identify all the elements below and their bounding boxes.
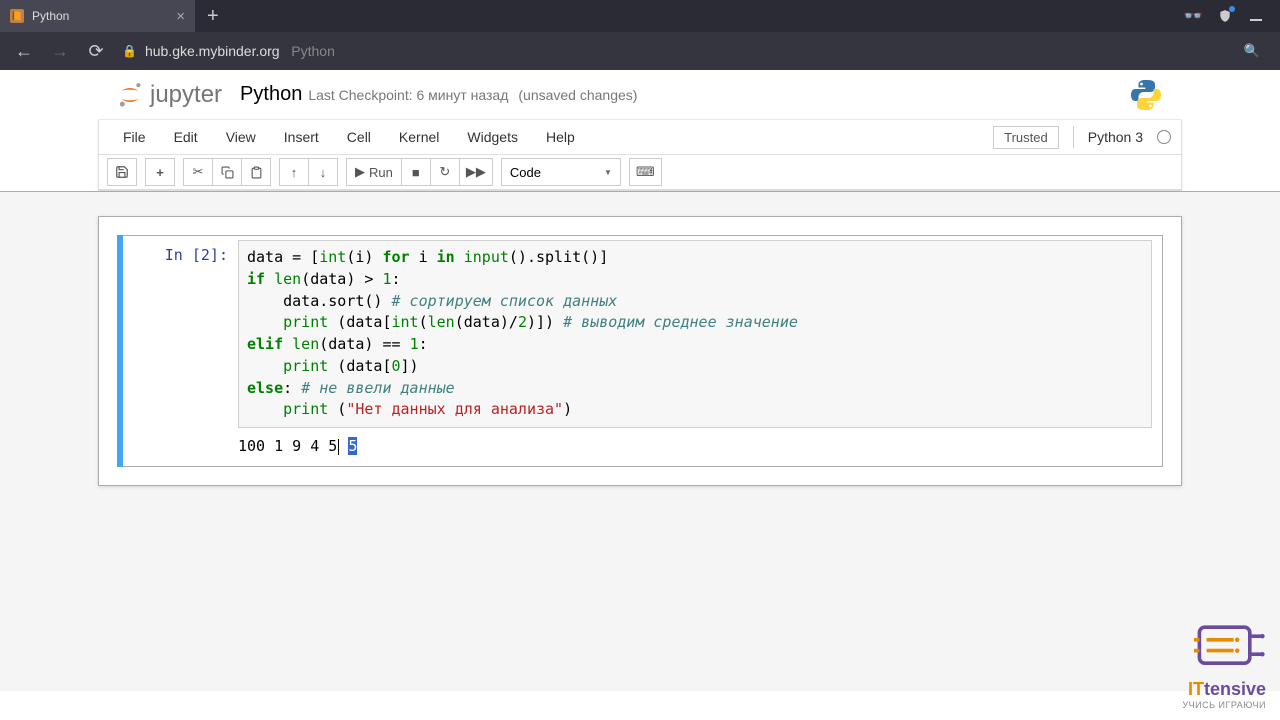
menu-widgets[interactable]: Widgets [453, 123, 532, 151]
tab-title: Python [32, 9, 69, 23]
watermark-brand: tensive [1204, 679, 1266, 699]
input-prompt: In [2]: [118, 240, 238, 462]
menu-edit[interactable]: Edit [160, 123, 212, 151]
code-cell[interactable]: In [2]: data = [int(i) for i in input().… [117, 235, 1163, 467]
reader-mode-icon[interactable]: 👓 [1183, 6, 1200, 26]
run-button[interactable]: ▶Run [346, 158, 402, 186]
divider [1073, 126, 1074, 148]
menu-file[interactable]: File [109, 123, 160, 151]
move-up-button[interactable]: ↑ [279, 158, 309, 186]
jupyter-logo-icon [116, 81, 144, 109]
watermark-icon [1194, 620, 1266, 674]
add-cell-button[interactable]: + [145, 158, 175, 186]
tab-favicon-icon: 📙 [10, 9, 24, 23]
restart-run-all-button[interactable]: ▶▶ [459, 158, 493, 186]
browser-toolbar: ← → ⟳ 🔒 hub.gke.mybinder.org Python 🔍 [0, 32, 1280, 70]
cell-type-value: Code [510, 165, 541, 180]
paste-button[interactable] [241, 158, 271, 186]
minimize-icon[interactable] [1250, 11, 1262, 21]
restart-button[interactable]: ↻ [430, 158, 460, 186]
reload-button[interactable]: ⟳ [80, 35, 112, 67]
stop-button[interactable]: ■ [401, 158, 431, 186]
lock-icon: 🔒 [122, 44, 137, 58]
shield-icon[interactable] [1218, 8, 1232, 24]
jupyter-logo-text: jupyter [150, 81, 222, 109]
command-palette-button[interactable]: ⌨ [629, 158, 662, 186]
menu-kernel[interactable]: Kernel [385, 123, 453, 151]
cell-output: 100 1 9 4 5 5 [238, 428, 1152, 462]
move-down-button[interactable]: ↓ [308, 158, 338, 186]
watermark: ITtensive УЧИСЬ ИГРАЮЧИ [1182, 620, 1266, 710]
browser-tab-bar: 📙 Python × + 👓 [0, 0, 1280, 32]
url-path: Python [291, 43, 335, 59]
code-input[interactable]: data = [int(i) for i in input().split()]… [238, 240, 1152, 428]
toolbar: + ✂ ↑ ↓ ▶Run ■ ↻ ▶▶ Code ⌨ [99, 154, 1181, 190]
jupyter-logo[interactable]: jupyter [116, 81, 222, 109]
text-cursor-icon [338, 439, 339, 455]
url-host: hub.gke.mybinder.org [145, 43, 280, 59]
watermark-tagline: УЧИСЬ ИГРАЮЧИ [1182, 700, 1266, 710]
unsaved-text: (unsaved changes) [518, 87, 637, 103]
close-tab-icon[interactable]: × [176, 8, 185, 25]
forward-button: → [44, 35, 76, 67]
checkpoint-text: Last Checkpoint: 6 минут назад [308, 87, 508, 103]
save-button[interactable] [107, 158, 137, 186]
watermark-prefix: IT [1188, 679, 1204, 699]
menu-cell[interactable]: Cell [333, 123, 385, 151]
notebook-name[interactable]: Python [240, 83, 302, 106]
menu-view[interactable]: View [212, 123, 270, 151]
kernel-status-icon[interactable] [1157, 130, 1171, 144]
menu-bar: File Edit View Insert Cell Kernel Widget… [99, 120, 1181, 154]
copy-button[interactable] [212, 158, 242, 186]
trusted-badge[interactable]: Trusted [993, 126, 1059, 149]
run-label: Run [369, 165, 393, 180]
browser-tab[interactable]: 📙 Python × [0, 0, 195, 32]
address-bar[interactable]: 🔒 hub.gke.mybinder.org Python 🔍 [116, 36, 1272, 66]
cut-button[interactable]: ✂ [183, 158, 213, 186]
search-in-page-icon[interactable]: 🔍 [1244, 43, 1266, 59]
kernel-name[interactable]: Python 3 [1088, 129, 1143, 145]
new-tab-button[interactable]: + [195, 5, 231, 28]
notebook-area: In [2]: data = [int(i) for i in input().… [0, 191, 1280, 691]
jupyter-header: jupyter Python Last Checkpoint: 6 минут … [98, 70, 1182, 120]
menu-help[interactable]: Help [532, 123, 589, 151]
cell-type-select[interactable]: Code [501, 158, 621, 186]
python-logo-icon [1128, 77, 1164, 113]
output-result: 5 [348, 437, 357, 455]
back-button[interactable]: ← [8, 35, 40, 67]
output-stdin: 100 1 9 4 5 [238, 437, 337, 455]
menu-insert[interactable]: Insert [270, 123, 333, 151]
